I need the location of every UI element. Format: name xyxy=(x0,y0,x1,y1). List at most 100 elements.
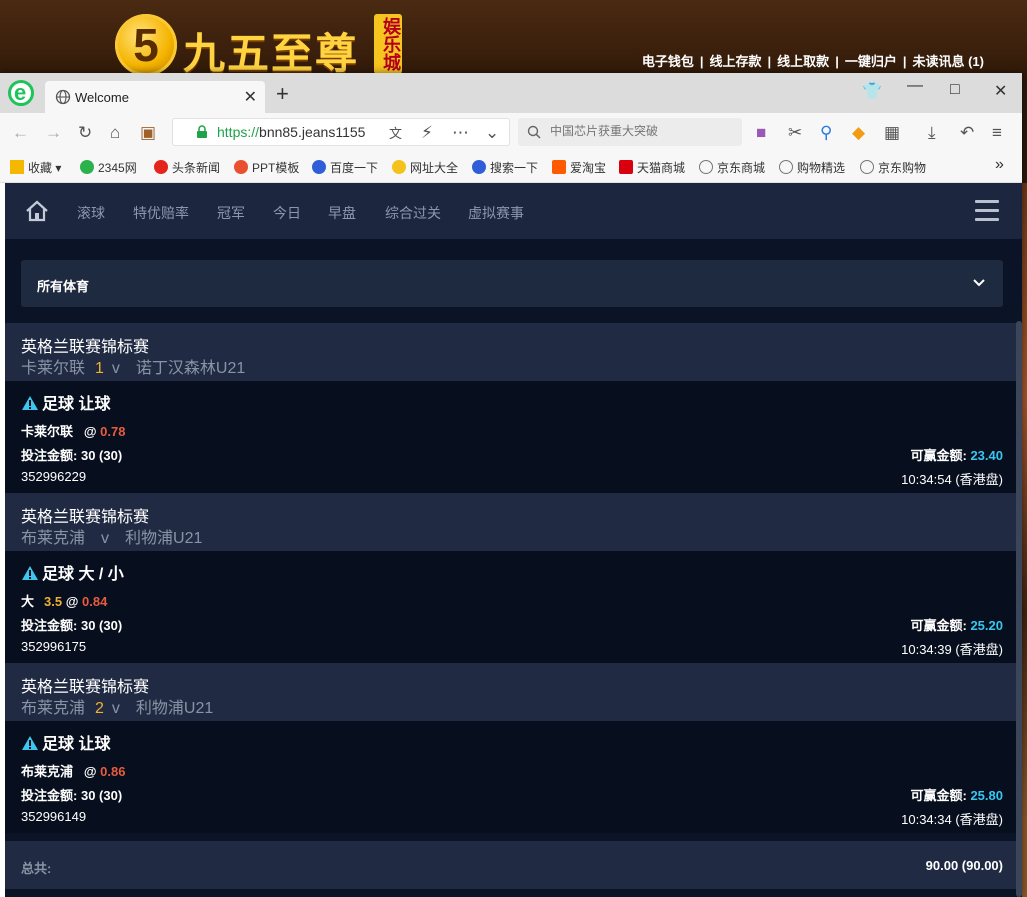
maximize-icon[interactable]: □ xyxy=(950,81,960,99)
site-nav-messages[interactable]: 未读讯息 (1) xyxy=(912,54,984,69)
bookmark-favorites[interactable]: 收藏 ▾ xyxy=(10,159,61,176)
nav-virtual[interactable]: 虚拟赛事 xyxy=(468,203,524,223)
home-icon[interactable] xyxy=(25,200,49,222)
browser-menu-icon[interactable]: ≡ xyxy=(992,123,1002,143)
address-url[interactable]: https://bnn85.jeans1155 xyxy=(217,124,365,140)
new-tab-button[interactable]: + xyxy=(276,81,289,107)
sport-select[interactable]: 所有体育 xyxy=(21,260,1003,307)
warning-icon xyxy=(22,566,38,580)
scissors-icon[interactable]: ✂ xyxy=(788,123,802,143)
undo-icon[interactable]: ↶ xyxy=(960,123,974,143)
bet-type: 足球 让球 xyxy=(21,390,110,414)
search-input[interactable] xyxy=(548,123,740,139)
chevron-down-icon xyxy=(973,279,985,287)
browser-tab[interactable]: Welcome ✕ xyxy=(45,81,265,113)
top-nav: 滚球 特优赔率 冠军 今日 早盘 综合过关 虚拟赛事 xyxy=(5,183,1022,239)
skin-icon[interactable]: 👕 xyxy=(862,81,882,101)
nav-live[interactable]: 滚球 xyxy=(77,203,105,223)
selection-name: 大 xyxy=(21,594,35,609)
bookmark-search[interactable]: 搜索一下 xyxy=(472,159,538,176)
nav-special-odds[interactable]: 特优赔率 xyxy=(133,203,189,223)
magnifier-ext-icon[interactable]: ⚲ xyxy=(820,123,832,143)
bet-id: 352996175 xyxy=(21,639,87,654)
bookmark-aitaobao[interactable]: 爱淘宝 xyxy=(552,159,606,176)
win-amount: 25.80 xyxy=(970,788,1003,803)
minimize-icon[interactable]: — xyxy=(907,77,923,95)
site-nav: 电子钱包 | 线上存款 | 线上取款 | 一键归户 | 未读讯息 (1) xyxy=(642,51,984,70)
match-header: 英格兰联赛锦标赛 布莱克浦 v 利物浦U21 xyxy=(5,493,1016,551)
bet-type-label: 足球 让球 xyxy=(42,396,111,413)
bookmark-jd[interactable]: 京东商城 xyxy=(699,159,765,176)
search-box[interactable] xyxy=(518,118,742,146)
stake-label: 投注金额: xyxy=(21,788,78,803)
bet-type-label: 足球 大 / 小 xyxy=(42,566,124,583)
bookmark-ppt[interactable]: PPT模板 xyxy=(234,159,299,176)
browser-titlebar: e Welcome ✕ + 👕 — □ ✕ xyxy=(0,73,1022,113)
reload-icon[interactable]: ↻ xyxy=(78,123,92,143)
total-value: 90.00 (90.00) xyxy=(925,858,1003,873)
nav-separator: | xyxy=(767,54,772,69)
bookmark-label: 京东购物 xyxy=(878,161,927,175)
forward-icon[interactable]: → xyxy=(45,123,62,143)
stake-value: 30 (30) xyxy=(80,788,123,803)
browser-toolbar: ← → ↻ ⌂ ▣ https://bnn85.jeans1155 文 ⚡ ⋯ … xyxy=(0,113,1022,151)
match-score: 1 xyxy=(95,360,104,377)
bet-time: 10:34:54 (香港盘) xyxy=(901,472,1003,487)
site-nav-withdraw[interactable]: 线上取款 xyxy=(777,54,829,69)
more-dots-icon[interactable]: ⋯ xyxy=(452,123,469,143)
site-nav-wallet[interactable]: 电子钱包 xyxy=(642,54,694,69)
vs-label: v xyxy=(111,360,120,377)
match-header: 英格兰联赛锦标赛 布莱克浦 2 v 利物浦U21 xyxy=(5,663,1016,721)
apps-grid-icon[interactable]: ▦ xyxy=(884,123,900,143)
bookmark-hao[interactable]: 网址大全 xyxy=(392,159,458,176)
home-team: 卡莱尔联 xyxy=(21,360,86,377)
download-icon[interactable]: ⤓ xyxy=(928,123,936,143)
nav-today[interactable]: 今日 xyxy=(273,203,301,223)
lightning-icon[interactable]: ⚡ xyxy=(421,123,433,143)
nav-outright[interactable]: 冠军 xyxy=(217,203,245,223)
bookmark-icon xyxy=(619,160,633,174)
bookmark-label: 百度一下 xyxy=(330,161,379,175)
globe-icon xyxy=(860,160,874,174)
tab-close-icon[interactable]: ✕ xyxy=(244,87,257,107)
bookmark-tmall[interactable]: 天猫商城 xyxy=(619,159,685,176)
bet-id: 352996149 xyxy=(21,809,87,824)
bet-selection: 大 3.5 @ 0.84 xyxy=(21,591,107,610)
bet-details: 足球 让球 布莱克浦 @ 0.86 投注金额: 30 (30) 35299614… xyxy=(5,721,1016,833)
line-value: 3.5 xyxy=(44,594,63,609)
bookmark-shopping[interactable]: 购物精选 xyxy=(779,159,845,176)
bookmark-baidu[interactable]: 百度一下 xyxy=(312,159,378,176)
site-nav-deposit[interactable]: 线上存款 xyxy=(710,54,762,69)
tab-title: Welcome xyxy=(75,90,129,105)
site-badge: 娱乐城 xyxy=(374,14,402,74)
home-page-icon[interactable]: ⌂ xyxy=(110,123,120,143)
globe-icon xyxy=(55,89,71,105)
site-logo[interactable]: 5 xyxy=(115,14,177,76)
browser-logo-icon[interactable]: e xyxy=(8,80,34,106)
bookmark-label: PPT模板 xyxy=(252,161,300,175)
bookmark-icon xyxy=(552,160,566,174)
bookmark-2345[interactable]: 2345网 xyxy=(80,159,137,176)
close-window-icon[interactable]: ✕ xyxy=(994,81,1007,101)
shield-icon[interactable]: ◆ xyxy=(852,123,865,143)
back-icon[interactable]: ← xyxy=(12,123,29,143)
nav-early[interactable]: 早盘 xyxy=(328,203,356,223)
site-name: 九五至尊 xyxy=(183,29,360,78)
bookmark-icon xyxy=(312,160,326,174)
bet-time: 10:34:34 (香港盘) xyxy=(901,812,1003,827)
translate-ext-icon[interactable]: ■ xyxy=(756,123,766,143)
bookmarks-bar: 收藏 ▾ 2345网 头条新闻 PPT模板 百度一下 网址大全 搜索一下 爱淘宝… xyxy=(0,151,1022,183)
chevron-down-icon[interactable]: ⌄ xyxy=(485,123,499,143)
scrollbar[interactable] xyxy=(1016,321,1022,897)
odds-value: 0.84 xyxy=(82,594,108,609)
nav-parlay[interactable]: 综合过关 xyxy=(385,203,441,223)
bookmark-toutiao[interactable]: 头条新闻 xyxy=(154,159,220,176)
potential-win: 可赢金额: 23.40 xyxy=(910,445,1003,464)
briefcase-icon[interactable]: ▣ xyxy=(140,123,156,143)
translate-icon[interactable]: 文 xyxy=(389,123,402,142)
site-nav-consolidate[interactable]: 一键归户 xyxy=(845,54,897,69)
menu-icon[interactable] xyxy=(975,200,999,222)
bet-details: 足球 让球 卡莱尔联 @ 0.78 投注金额: 30 (30) 35299622… xyxy=(5,381,1016,493)
bookmarks-more[interactable]: » xyxy=(995,156,1004,174)
bookmark-jd-shop[interactable]: 京东购物 xyxy=(860,159,926,176)
